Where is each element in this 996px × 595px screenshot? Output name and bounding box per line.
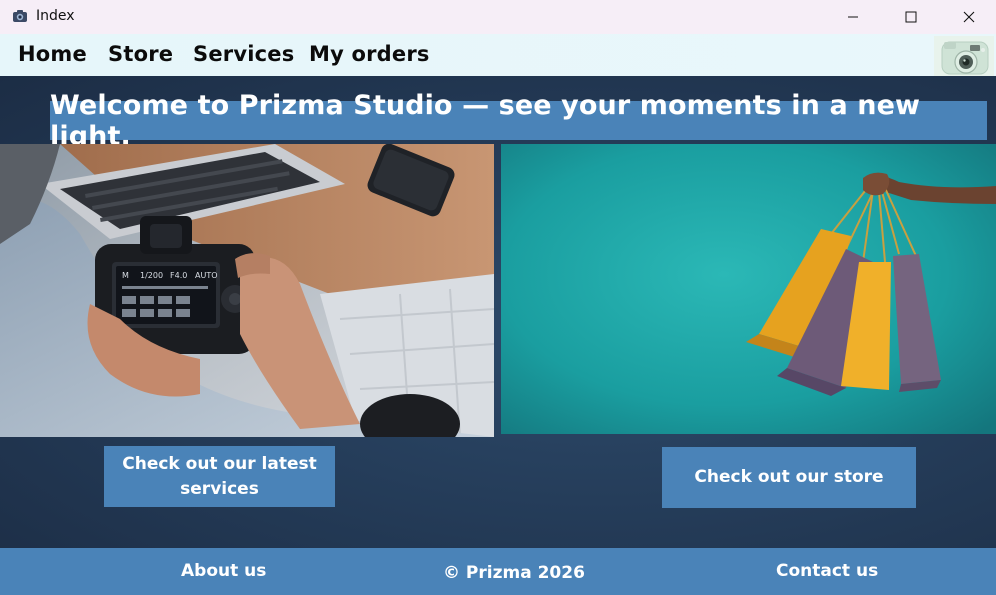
- svg-text:F4.0: F4.0: [170, 271, 187, 280]
- contact-us-link[interactable]: Contact us: [776, 561, 878, 581]
- svg-text:1/200: 1/200: [140, 271, 163, 280]
- copyright-text: © Prizma 2026: [443, 563, 585, 583]
- window-titlebar: Index: [0, 0, 996, 34]
- menu-item-home[interactable]: Home: [18, 42, 87, 66]
- close-button[interactable]: [940, 0, 996, 34]
- minimize-button[interactable]: [824, 0, 882, 34]
- maximize-button[interactable]: [882, 0, 940, 34]
- menu-item-store[interactable]: Store: [108, 42, 173, 66]
- store-button[interactable]: Check out our store: [662, 447, 916, 508]
- svg-text:AUTO: AUTO: [195, 271, 218, 280]
- window-title: Index: [36, 8, 75, 24]
- close-icon: [963, 11, 975, 23]
- about-us-link[interactable]: About us: [181, 561, 266, 581]
- minimize-icon: [848, 16, 858, 18]
- maximize-icon: [905, 11, 917, 23]
- svg-text:M: M: [122, 271, 129, 280]
- menu-item-services[interactable]: Services: [193, 42, 294, 66]
- menu-item-my-orders[interactable]: My orders: [309, 42, 430, 66]
- menu-bar: Home Store Services My orders: [0, 34, 996, 76]
- hand-holding-shopping-bags-photo: [501, 144, 996, 434]
- footer: About us © Prizma 2026 Contact us: [0, 548, 996, 595]
- latest-services-button[interactable]: Check out our latest services: [104, 446, 335, 507]
- instant-camera-logo: [934, 36, 994, 78]
- welcome-banner: Welcome to Prizma Studio — see your mome…: [50, 90, 987, 152]
- main-content: Welcome to Prizma Studio — see your mome…: [0, 76, 996, 548]
- camera-app-icon: [13, 10, 27, 22]
- photographer-holding-camera-photo: M 1/200 F4.0 AUTO: [0, 144, 494, 437]
